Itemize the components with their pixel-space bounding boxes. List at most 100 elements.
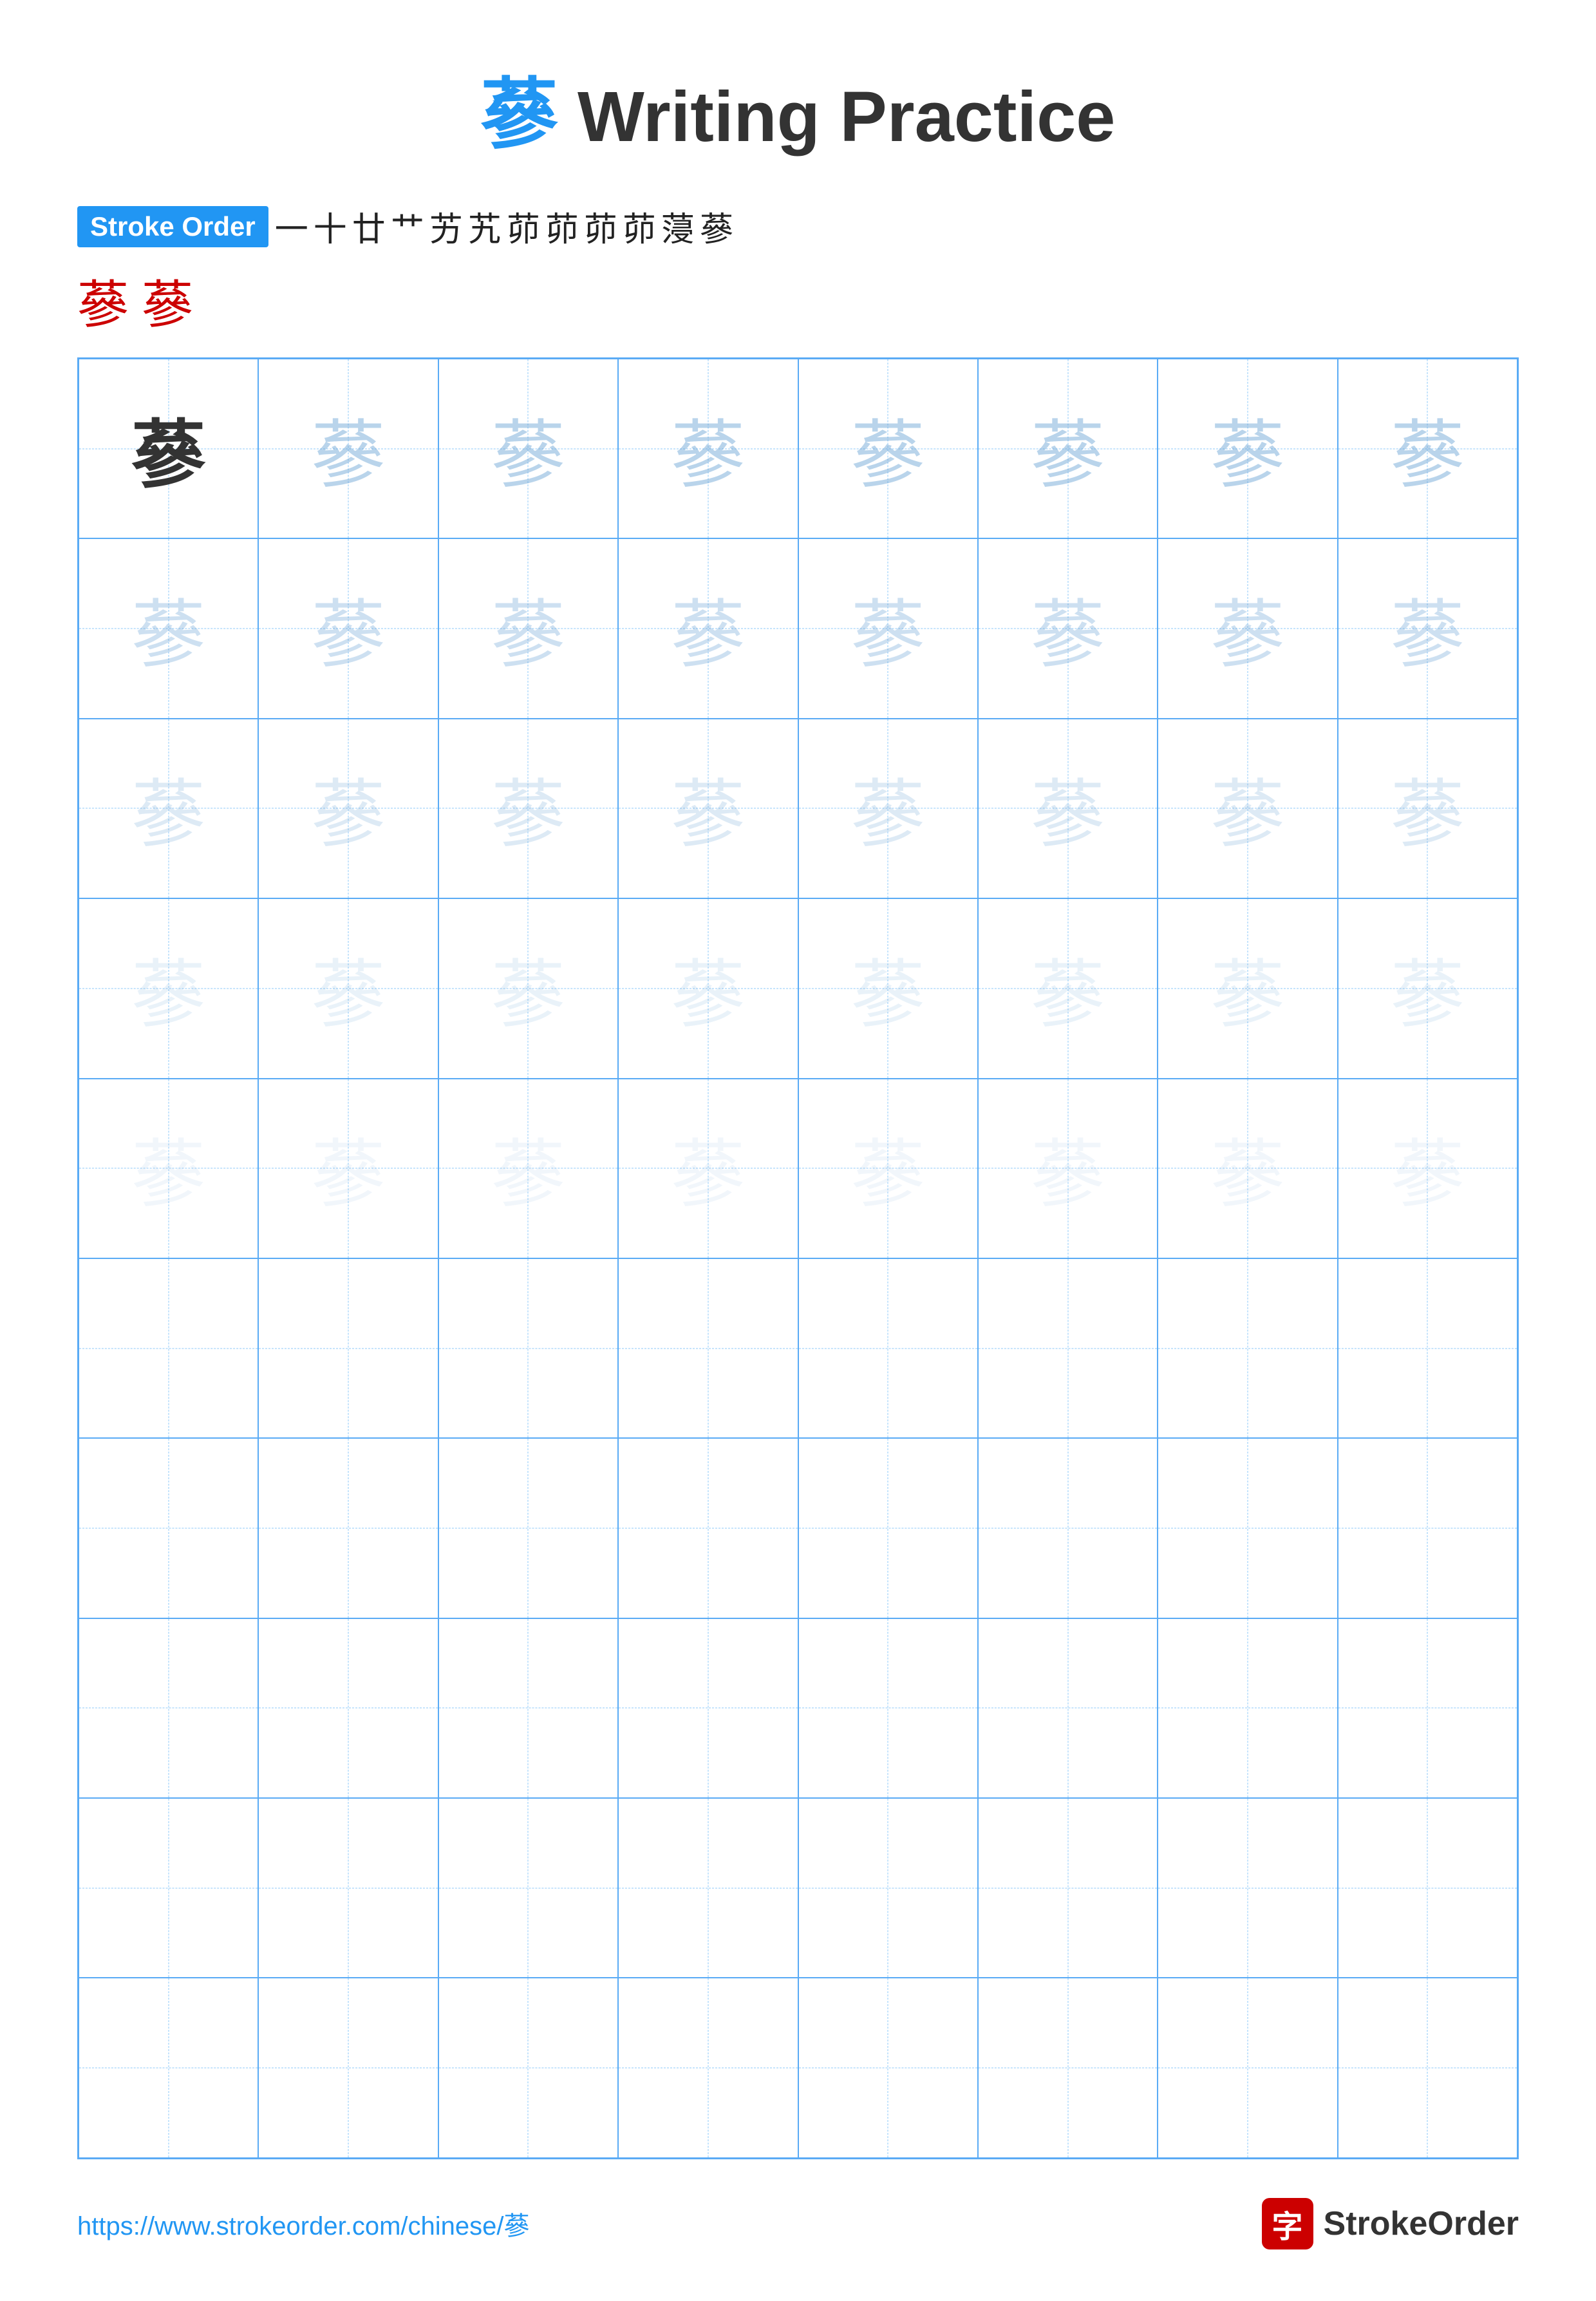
cell-r6-c5[interactable]: [798, 1258, 978, 1438]
cell-r2-c7[interactable]: 蔘: [1158, 538, 1337, 718]
cell-r2-c4[interactable]: 蔘: [618, 538, 798, 718]
cell-r4-c1[interactable]: 蔘: [79, 898, 258, 1078]
cell-r3-c6[interactable]: 蔘: [978, 719, 1158, 898]
cell-r4-c6[interactable]: 蔘: [978, 898, 1158, 1078]
cell-r7-c1[interactable]: [79, 1438, 258, 1618]
cell-r6-c4[interactable]: [618, 1258, 798, 1438]
cell-r7-c5[interactable]: [798, 1438, 978, 1618]
cell-r9-c6[interactable]: [978, 1798, 1158, 1978]
cell-r7-c4[interactable]: [618, 1438, 798, 1618]
char-r2-c7: 蔘: [1158, 539, 1337, 717]
cell-r2-c3[interactable]: 蔘: [438, 538, 618, 718]
cell-r10-c5[interactable]: [798, 1978, 978, 2157]
cell-r3-c4[interactable]: 蔘: [618, 719, 798, 898]
cell-r9-c4[interactable]: [618, 1798, 798, 1978]
stroke-6: 艽: [468, 202, 502, 251]
footer-url[interactable]: https://www.strokeorder.com/chinese/蔘: [77, 2205, 530, 2242]
cell-r1-c4[interactable]: 蔘: [618, 359, 798, 538]
cell-r8-c4[interactable]: [618, 1618, 798, 1798]
stroke-final-1: 蔘: [77, 263, 129, 338]
char-r5-c3: 蔘: [439, 1079, 617, 1258]
cell-r1-c7[interactable]: 蔘: [1158, 359, 1337, 538]
cell-r2-c8[interactable]: 蔘: [1338, 538, 1517, 718]
cell-r2-c5[interactable]: 蔘: [798, 538, 978, 718]
cell-r1-c3[interactable]: 蔘: [438, 359, 618, 538]
char-r2-c5: 蔘: [799, 539, 977, 717]
cell-r5-c5[interactable]: 蔘: [798, 1079, 978, 1258]
cell-r1-c5[interactable]: 蔘: [798, 359, 978, 538]
cell-r7-c8[interactable]: [1338, 1438, 1517, 1618]
stroke-1: 一: [275, 202, 308, 251]
cell-r6-c3[interactable]: [438, 1258, 618, 1438]
cell-r10-c8[interactable]: [1338, 1978, 1517, 2157]
cell-r1-c1[interactable]: 蔘: [79, 359, 258, 538]
cell-r10-c1[interactable]: [79, 1978, 258, 2157]
char-r4-c3: 蔘: [439, 899, 617, 1077]
cell-r4-c3[interactable]: 蔘: [438, 898, 618, 1078]
char-r2-c6: 蔘: [979, 539, 1157, 717]
cell-r8-c5[interactable]: [798, 1618, 978, 1798]
cell-r3-c7[interactable]: 蔘: [1158, 719, 1337, 898]
cell-r5-c8[interactable]: 蔘: [1338, 1079, 1517, 1258]
cell-r6-c7[interactable]: [1158, 1258, 1337, 1438]
char-r1-c7: 蔘: [1158, 359, 1337, 538]
cell-r1-c2[interactable]: 蔘: [258, 359, 438, 538]
stroke-order-section: Stroke Order 一 十 廿 艹 艻 艽 茆 茆 茆 茆 蓡 蔘: [77, 202, 1519, 251]
cell-r3-c3[interactable]: 蔘: [438, 719, 618, 898]
cell-r8-c3[interactable]: [438, 1618, 618, 1798]
stroke-10: 茆: [623, 202, 656, 251]
cell-r3-c8[interactable]: 蔘: [1338, 719, 1517, 898]
cell-r9-c5[interactable]: [798, 1798, 978, 1978]
cell-r2-c2[interactable]: 蔘: [258, 538, 438, 718]
stroke-7: 茆: [507, 202, 540, 251]
cell-r4-c8[interactable]: 蔘: [1338, 898, 1517, 1078]
cell-r10-c7[interactable]: [1158, 1978, 1337, 2157]
cell-r5-c6[interactable]: 蔘: [978, 1079, 1158, 1258]
cell-r6-c8[interactable]: [1338, 1258, 1517, 1438]
cell-r5-c3[interactable]: 蔘: [438, 1079, 618, 1258]
cell-r2-c1[interactable]: 蔘: [79, 538, 258, 718]
cell-r4-c4[interactable]: 蔘: [618, 898, 798, 1078]
stroke-final-2: 蔘: [142, 263, 193, 338]
cell-r1-c8[interactable]: 蔘: [1338, 359, 1517, 538]
cell-r5-c4[interactable]: 蔘: [618, 1079, 798, 1258]
cell-r6-c6[interactable]: [978, 1258, 1158, 1438]
cell-r7-c6[interactable]: [978, 1438, 1158, 1618]
cell-r10-c2[interactable]: [258, 1978, 438, 2157]
cell-r8-c8[interactable]: [1338, 1618, 1517, 1798]
cell-r6-c1[interactable]: [79, 1258, 258, 1438]
cell-r2-c6[interactable]: 蔘: [978, 538, 1158, 718]
char-r2-c2: 蔘: [259, 539, 437, 717]
cell-r3-c5[interactable]: 蔘: [798, 719, 978, 898]
cell-r9-c8[interactable]: [1338, 1798, 1517, 1978]
char-r5-c7: 蔘: [1158, 1079, 1337, 1258]
cell-r4-c5[interactable]: 蔘: [798, 898, 978, 1078]
cell-r10-c3[interactable]: [438, 1978, 618, 2157]
cell-r8-c7[interactable]: [1158, 1618, 1337, 1798]
cell-r9-c7[interactable]: [1158, 1798, 1337, 1978]
cell-r3-c2[interactable]: 蔘: [258, 719, 438, 898]
cell-r5-c2[interactable]: 蔘: [258, 1079, 438, 1258]
cell-r5-c1[interactable]: 蔘: [79, 1079, 258, 1258]
char-r4-c5: 蔘: [799, 899, 977, 1077]
cell-r3-c1[interactable]: 蔘: [79, 719, 258, 898]
char-r4-c4: 蔘: [619, 899, 797, 1077]
cell-r8-c1[interactable]: [79, 1618, 258, 1798]
cell-r4-c7[interactable]: 蔘: [1158, 898, 1337, 1078]
cell-r6-c2[interactable]: [258, 1258, 438, 1438]
cell-r8-c2[interactable]: [258, 1618, 438, 1798]
cell-r9-c3[interactable]: [438, 1798, 618, 1978]
cell-r5-c7[interactable]: 蔘: [1158, 1079, 1337, 1258]
cell-r10-c6[interactable]: [978, 1978, 1158, 2157]
cell-r7-c2[interactable]: [258, 1438, 438, 1618]
cell-r1-c6[interactable]: 蔘: [978, 359, 1158, 538]
char-r4-c2: 蔘: [259, 899, 437, 1077]
cell-r4-c2[interactable]: 蔘: [258, 898, 438, 1078]
cell-r9-c2[interactable]: [258, 1798, 438, 1978]
cell-r7-c7[interactable]: [1158, 1438, 1337, 1618]
cell-r7-c3[interactable]: [438, 1438, 618, 1618]
cell-r9-c1[interactable]: [79, 1798, 258, 1978]
cell-r10-c4[interactable]: [618, 1978, 798, 2157]
cell-r8-c6[interactable]: [978, 1618, 1158, 1798]
char-r5-c8: 蔘: [1338, 1079, 1517, 1258]
